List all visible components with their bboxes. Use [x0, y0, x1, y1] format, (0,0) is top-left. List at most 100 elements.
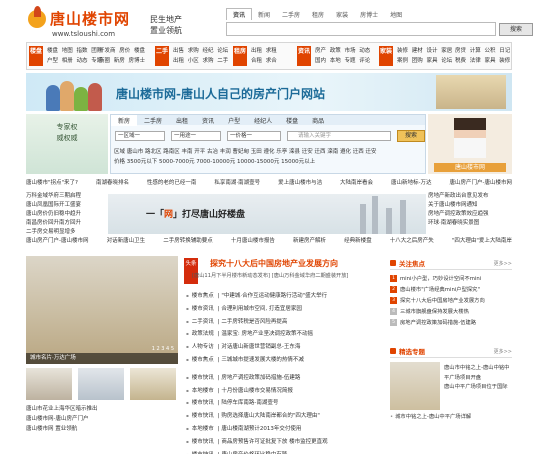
- news-category[interactable]: 楼市快讯: [192, 439, 214, 445]
- photo-pager[interactable]: 1 2 3 4 5: [152, 346, 174, 352]
- strip-link[interactable]: 私享南湖·南湖壹号: [214, 178, 260, 188]
- nav-links[interactable]: 税费 法律 家具 装修: [455, 56, 510, 66]
- top-banner[interactable]: 唐山楼市网-唐山人自己的房产门户网站: [26, 73, 512, 111]
- news-category[interactable]: 本地楼市: [192, 388, 214, 394]
- property-search-button[interactable]: 搜索: [397, 130, 425, 142]
- news-category[interactable]: 二手资讯: [192, 319, 214, 325]
- news-category[interactable]: 楼市快讯: [192, 375, 214, 381]
- nav-links[interactable]: 户型 相册 动态 专题: [47, 56, 102, 66]
- news-item[interactable]: 楼市快讯| 商品房预售许可证批复下放 楼市监控更直观: [186, 436, 422, 449]
- strip-link[interactable]: 南湖春晓排名: [96, 178, 129, 188]
- list-item[interactable]: 环球·南湖春晓实景图: [428, 219, 512, 228]
- tab-rent[interactable]: 租房: [306, 9, 330, 20]
- news-title[interactable]: "中建城·合作互运动健康路行活动"盛大举行: [221, 293, 327, 299]
- more-link[interactable]: 更多>>: [494, 346, 512, 358]
- list-item[interactable]: 唐山楼市网 置业领航: [26, 424, 178, 434]
- more-link[interactable]: 更多>>: [494, 258, 512, 270]
- list-item[interactable]: 南昌房价回升南方回升: [26, 219, 108, 228]
- strip-link[interactable]: 对话新唐山卫生: [107, 236, 146, 246]
- news-item[interactable]: 人物专访| 对话唐山新唐世营销副总-王东海: [186, 341, 422, 354]
- nav-links[interactable]: 国内 本地 专题 评论: [315, 56, 370, 66]
- special-photo[interactable]: [390, 362, 440, 410]
- list-item[interactable]: 4 三城市旗舰盘保持发展大楼热: [390, 307, 512, 318]
- headline-title[interactable]: 探究十八大后中国房地产业发展方向: [210, 258, 338, 269]
- news-title[interactable]: 三城城市提速发展大楼的热情不减: [221, 357, 304, 363]
- thumb-photo[interactable]: [78, 368, 124, 400]
- area-select[interactable]: 一区域一: [115, 131, 165, 141]
- strip-link[interactable]: 二手房转换辅助要点: [163, 236, 213, 246]
- strip-link[interactable]: 经典新楼盘: [344, 236, 372, 246]
- news-title[interactable]: 温家宝: 房地产业坚决调控政策不动摇: [221, 331, 313, 337]
- list-item[interactable]: 5 房地产调控政策加码措施-伍建路: [390, 318, 512, 329]
- list-item[interactable]: 万科金域华府三期启程: [26, 192, 108, 201]
- thumb-photo[interactable]: [130, 368, 176, 400]
- news-title[interactable]: 对话唐山新唐世营销副总-王东海: [221, 344, 300, 350]
- news-item[interactable]: 政策法规| 温家宝: 房地产业坚决调控政策不动摇: [186, 328, 422, 341]
- strip-link[interactable]: 唐山房产门户-唐山楼市网: [449, 178, 512, 188]
- left-ad[interactable]: 专家权威权威: [26, 114, 108, 174]
- news-item[interactable]: 本地楼市| 唐山楼南湖预计2013年交付使用: [186, 423, 422, 436]
- list-item[interactable]: 房地产新政出台意见发布: [428, 192, 512, 201]
- news-title[interactable]: 商品房预售许可证批复下放 楼市监控更直观: [221, 439, 327, 445]
- nav-links[interactable]: 房产 政策 市场 动态: [315, 46, 370, 56]
- nav-links[interactable]: 房贷 计算 公积 日记: [455, 46, 510, 56]
- list-item[interactable]: 唐山楼市网-唐山房产门户: [26, 414, 178, 424]
- tab-second-house[interactable]: 二手房: [137, 115, 169, 126]
- news-category[interactable]: 政策法规: [192, 331, 214, 337]
- strip-link[interactable]: 新建房产解析: [293, 236, 326, 246]
- strip-link[interactable]: 十八大之后房产失: [390, 236, 434, 246]
- list-item[interactable]: 2 唐山楼市"广场经典mini户型探究": [390, 285, 512, 296]
- news-category[interactable]: 楼市快讯: [192, 400, 214, 406]
- strip-link[interactable]: 爱上唐山楼市与洁: [278, 178, 322, 188]
- strip-link[interactable]: "四大理由"爱上大陆南岸: [452, 236, 512, 246]
- tab-secondhand[interactable]: 二手房: [276, 9, 306, 20]
- strip-link[interactable]: 十月唐山楼市报告: [231, 236, 275, 246]
- news-item[interactable]: 楼市快讯| 陆停车库南路-南湖壹号: [186, 397, 422, 410]
- list-item[interactable]: 城市中铭之上-唐山中平广场详解: [390, 412, 512, 422]
- nav-links[interactable]: 开发商 房价 楼盘: [99, 46, 145, 56]
- news-category[interactable]: 楼市焦点: [192, 293, 214, 299]
- list-item[interactable]: 1 mini小户型，巧妙设计空间不mini: [390, 274, 512, 285]
- tab-news[interactable]: 资讯: [226, 8, 253, 20]
- news-item[interactable]: 本地楼市| 十月份唐山楼市交易情况简报: [186, 385, 422, 398]
- nav-links[interactable]: 合租 求合: [251, 56, 277, 66]
- news-item[interactable]: 楼市焦点| 三城城市提速发展大楼的热情不减: [186, 354, 422, 367]
- news-item[interactable]: 楼市焦点| "中建城·合作互运动健康路行活动"盛大举行: [186, 290, 422, 303]
- news-item[interactable]: 楼市快讯| 房地产调控政策加码措施-伍建路: [186, 372, 422, 385]
- site-logo[interactable]: 唐山楼市网 www.tsloushi.com: [28, 6, 148, 40]
- news-title[interactable]: 购房选择唐山大陆南岸都合的"四大理由": [221, 413, 320, 419]
- strip-link[interactable]: 性感的老的已经一南: [147, 178, 197, 188]
- nav-links[interactable]: 案例 团购 家具 论坛: [397, 56, 452, 66]
- nav-links[interactable]: 出租 小区 求购 二手: [173, 56, 228, 66]
- list-item[interactable]: 唐山市花业上海华区暗示推出: [26, 404, 178, 414]
- tab-map[interactable]: 地图: [384, 9, 408, 20]
- use-select[interactable]: 一用途一: [171, 131, 221, 141]
- nav-links[interactable]: 出租 求租: [251, 46, 277, 56]
- news-category[interactable]: 楼市资讯: [192, 306, 214, 312]
- nav-links[interactable]: 出售 求购 经纪 论坛: [173, 46, 228, 56]
- tab-agent[interactable]: 经纪人: [247, 115, 279, 126]
- nav-links[interactable]: 楼盘 地图 指数 团购: [47, 46, 102, 56]
- news-category[interactable]: 本地楼市: [192, 426, 214, 432]
- featured-photo[interactable]: 1 2 3 4 5 城市名片·万达广场: [26, 256, 178, 364]
- list-item[interactable]: 3 探究十八大后中国房地产业发展方向: [390, 296, 512, 307]
- tab-goods[interactable]: 商品: [305, 115, 331, 126]
- tab-decor[interactable]: 家装: [330, 9, 354, 20]
- news-title[interactable]: 二手房转税是否风险再提高: [221, 319, 287, 325]
- tab-estate[interactable]: 楼盘: [279, 115, 305, 126]
- tab-doctor[interactable]: 房博士: [354, 9, 384, 20]
- news-category[interactable]: 楼市焦点: [192, 357, 214, 363]
- news-title[interactable]: 唐山楼南湖预计2013年交付使用: [221, 426, 301, 432]
- news-category[interactable]: 楼市快讯: [192, 413, 214, 419]
- thumb-photo[interactable]: [26, 368, 72, 400]
- tab-rent-out[interactable]: 出租: [169, 115, 195, 126]
- news-item[interactable]: 楼市资讯| 合理利用城市空间, 打造宜居家园: [186, 303, 422, 316]
- tab-new[interactable]: 新闻: [252, 9, 276, 20]
- price-select[interactable]: 一价格一: [227, 131, 281, 141]
- list-item[interactable]: 唐山房价仍旧稳中趋升: [26, 210, 108, 219]
- news-item[interactable]: 楼市快讯| 唐山房产价格环比稳中有降: [186, 449, 422, 454]
- tab-info[interactable]: 资讯: [195, 115, 221, 126]
- search-input[interactable]: 搜索: [226, 22, 533, 36]
- nav-links[interactable]: 装修 建材 设计 家居: [397, 46, 452, 56]
- nav-links[interactable]: 商圈 新房 房博士: [99, 56, 145, 66]
